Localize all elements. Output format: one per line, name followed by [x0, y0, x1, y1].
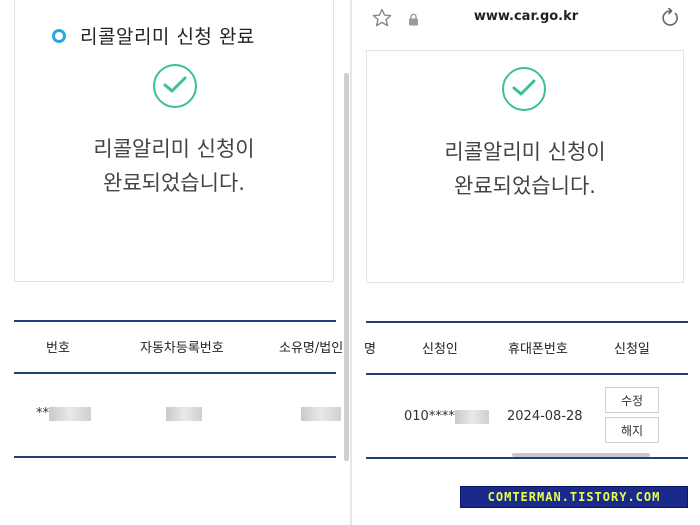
message-line-2: 완료되었습니다. — [103, 171, 245, 195]
completion-box: 리콜알리미 신청이 완료되었습니다. — [366, 50, 684, 283]
cell-plate-number — [166, 406, 202, 421]
table-row: 010**** 2024-08-28 수정 해지 — [366, 375, 688, 459]
recall-table: 번호 자동차등록번호 소유명/법인 ** — [14, 320, 343, 458]
table-header: 번호 자동차등록번호 소유명/법인 — [14, 320, 343, 374]
header-owner: 소유명/법인 — [279, 341, 344, 356]
header-date: 신청일 — [614, 342, 650, 357]
blurred-owner — [301, 406, 341, 421]
url-text[interactable]: www.car.go.kr — [352, 9, 700, 24]
right-screenshot: www.car.go.kr 리콜알리미 신청이 완료되었습니다. 명 신청인 휴… — [352, 0, 700, 525]
recall-table: 명 신청인 휴대폰번호 신청일 010**** 2024-08-28 수정 해지 — [364, 321, 688, 459]
refresh-icon[interactable] — [660, 7, 680, 32]
cell-number: ** — [36, 406, 91, 421]
cell-owner — [301, 406, 341, 421]
phone-value: 010**** — [404, 409, 455, 424]
browser-address-bar: www.car.go.kr — [352, 0, 700, 36]
cancel-button[interactable]: 해지 — [605, 417, 659, 443]
blurred-phone — [454, 409, 489, 424]
number-value: ** — [36, 406, 49, 421]
edit-button[interactable]: 수정 — [605, 387, 659, 413]
section-header: 리콜알리미 신청 완료 — [52, 22, 255, 49]
horizontal-scrollbar[interactable] — [512, 453, 650, 457]
completion-message: 리콜알리미 신청이 완료되었습니다. — [367, 135, 683, 203]
message-line-2: 완료되었습니다. — [454, 174, 596, 198]
watermark: COMTERMAN.TISTORY.COM — [460, 486, 688, 508]
header-number: 번호 — [46, 341, 70, 356]
table-row: ** — [14, 374, 341, 458]
blurred-number — [49, 406, 91, 421]
header-name-partial: 명 — [364, 342, 376, 357]
blurred-plate — [166, 406, 202, 421]
cell-date: 2024-08-28 — [507, 409, 583, 424]
message-line-1: 리콜알리미 신청이 — [444, 140, 606, 164]
header-plate-number: 자동차등록번호 — [140, 341, 224, 356]
table-header: 명 신청인 휴대폰번호 신청일 — [364, 321, 688, 375]
check-circle-icon — [153, 64, 197, 108]
section-title: 리콜알리미 신청 완료 — [80, 26, 255, 48]
bullet-icon — [52, 28, 66, 43]
header-applicant: 신청인 — [422, 342, 458, 357]
completion-message: 리콜알리미 신청이 완료되었습니다. — [15, 132, 333, 200]
message-line-1: 리콜알리미 신청이 — [93, 137, 255, 161]
check-circle-icon — [502, 67, 546, 111]
left-screenshot: 리콜알리미 신청이 완료되었습니다. 리콜알리미 신청 완료 번호 자동차등록번… — [0, 0, 350, 525]
header-phone: 휴대폰번호 — [508, 342, 568, 357]
vertical-scrollbar[interactable] — [344, 73, 349, 461]
cell-phone: 010**** — [404, 409, 489, 424]
